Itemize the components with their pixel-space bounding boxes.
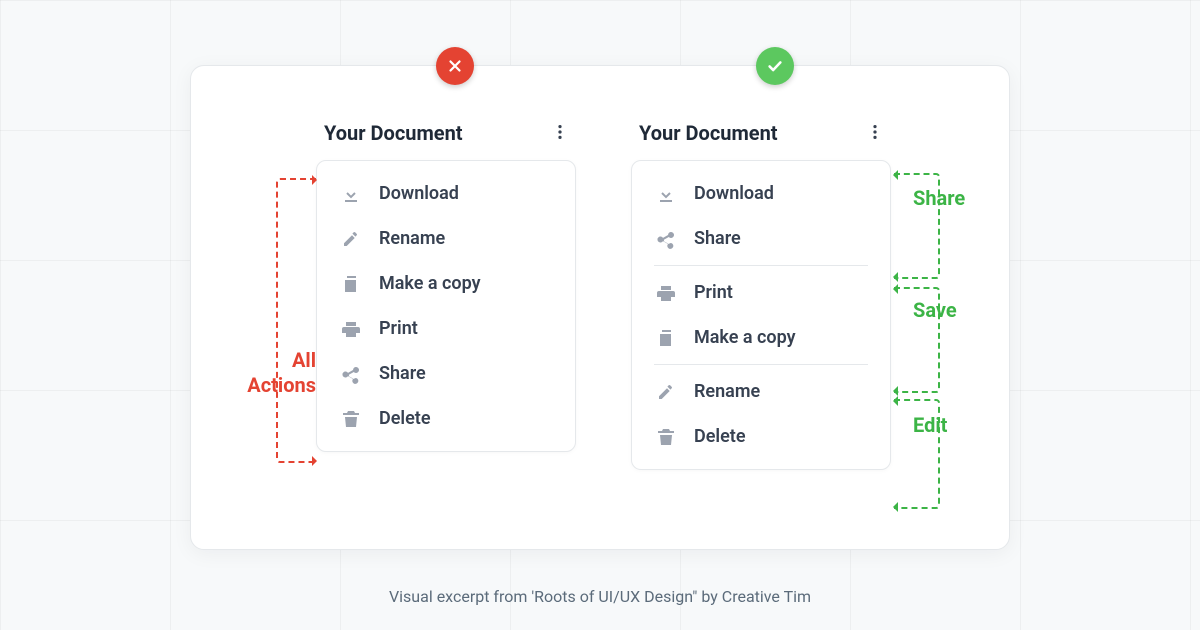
menu-item-label: Make a copy <box>379 273 481 294</box>
check-icon <box>766 57 784 75</box>
menu-item-share[interactable]: Share <box>632 216 890 261</box>
bad-menu: Download Rename Make a copy Print Share … <box>316 160 576 452</box>
menu-item-delete[interactable]: Delete <box>632 414 890 459</box>
bad-panel: All Actions Your Document Download Renam… <box>316 118 576 452</box>
pencil-icon <box>656 382 676 402</box>
menu-item-rename[interactable]: Rename <box>632 369 890 414</box>
menu-separator <box>654 265 868 266</box>
menu-item-copy[interactable]: Make a copy <box>632 315 890 360</box>
pencil-icon <box>341 229 361 249</box>
bad-badge <box>436 47 474 85</box>
copy-icon <box>656 328 676 348</box>
close-icon <box>446 57 464 75</box>
menu-item-download[interactable]: Download <box>632 171 890 216</box>
kebab-icon[interactable] <box>863 123 887 144</box>
menu-item-print[interactable]: Print <box>632 270 890 315</box>
menu-item-label: Delete <box>379 408 431 429</box>
menu-item-label: Print <box>694 282 733 303</box>
good-badge <box>756 47 794 85</box>
menu-item-delete[interactable]: Delete <box>317 396 575 441</box>
comparison-card: All Actions Your Document Download Renam… <box>190 65 1010 550</box>
menu-item-label: Rename <box>379 228 445 249</box>
menu-item-label: Print <box>379 318 418 339</box>
menu-item-share[interactable]: Share <box>317 351 575 396</box>
good-menu: Download Share Print Make a copy Rename … <box>631 160 891 470</box>
caption: Visual excerpt from 'Roots of UI/UX Desi… <box>0 587 1200 606</box>
menu-item-label: Download <box>694 183 774 204</box>
copy-icon <box>341 274 361 294</box>
good-panel-title: Your Document <box>639 121 778 145</box>
menu-item-label: Make a copy <box>694 327 796 348</box>
menu-item-copy[interactable]: Make a copy <box>317 261 575 306</box>
download-icon <box>341 184 361 204</box>
print-icon <box>341 319 361 339</box>
good-annotation-save: Save <box>913 298 957 322</box>
good-annotation-share: Share <box>913 186 965 210</box>
menu-item-rename[interactable]: Rename <box>317 216 575 261</box>
bad-panel-title: Your Document <box>324 121 463 145</box>
menu-item-label: Download <box>379 183 459 204</box>
trash-icon <box>341 409 361 429</box>
good-annotation-edit: Edit <box>913 413 947 437</box>
print-icon <box>656 283 676 303</box>
kebab-icon[interactable] <box>548 123 572 144</box>
trash-icon <box>656 427 676 447</box>
good-panel: Your Document Download Share Print Make … <box>631 118 891 470</box>
menu-item-download[interactable]: Download <box>317 171 575 216</box>
menu-item-label: Share <box>379 363 426 384</box>
share-icon <box>656 229 676 249</box>
menu-item-label: Share <box>694 228 741 249</box>
menu-separator <box>654 364 868 365</box>
download-icon <box>656 184 676 204</box>
share-icon <box>341 364 361 384</box>
menu-item-print[interactable]: Print <box>317 306 575 351</box>
menu-item-label: Rename <box>694 381 760 402</box>
menu-item-label: Delete <box>694 426 746 447</box>
bad-bracket <box>276 178 316 463</box>
